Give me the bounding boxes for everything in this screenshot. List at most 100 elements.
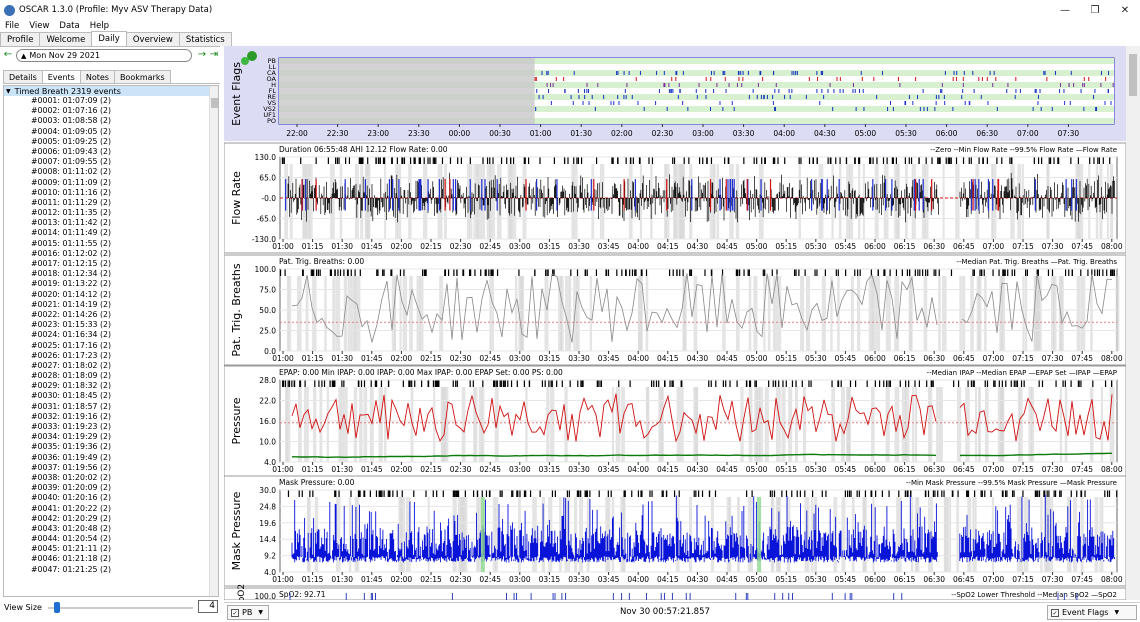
event-row[interactable]: #0001: 01:07:09 (2) bbox=[4, 96, 218, 106]
event-row[interactable]: #0044: 01:20:54 (2) bbox=[4, 534, 218, 544]
event-row[interactable]: #0031: 01:18:57 (2) bbox=[4, 402, 218, 412]
event-row[interactable]: #0045: 01:21:11 (2) bbox=[4, 544, 218, 554]
event-row[interactable]: #0037: 01:19:56 (2) bbox=[4, 463, 218, 473]
main-tabs: Profile Welcome Daily Overview Statistic… bbox=[0, 31, 232, 47]
event-row[interactable]: #0003: 01:08:58 (2) bbox=[4, 116, 218, 126]
graph-scroll-thumb[interactable] bbox=[1129, 54, 1137, 96]
event-row[interactable]: #0013: 01:11:42 (2) bbox=[4, 218, 218, 228]
event-row[interactable]: #0025: 01:17:16 (2) bbox=[4, 341, 218, 351]
event-row[interactable]: #0034: 01:19:29 (2) bbox=[4, 432, 218, 442]
apnea-shade bbox=[335, 497, 341, 572]
event-row[interactable]: #0028: 01:18:09 (2) bbox=[4, 371, 218, 381]
event-row[interactable]: #0039: 01:20:09 (2) bbox=[4, 483, 218, 493]
event-row[interactable]: #0016: 01:12:02 (2) bbox=[4, 249, 218, 259]
event-row[interactable]: #0023: 01:15:33 (2) bbox=[4, 320, 218, 330]
tab-statistics[interactable]: Statistics bbox=[178, 32, 232, 46]
x-tick-label: 04:00 bbox=[627, 465, 649, 474]
view-size-track[interactable] bbox=[48, 607, 193, 609]
graph-scrollbar[interactable] bbox=[1126, 46, 1140, 600]
next-day-icon[interactable]: → bbox=[196, 49, 208, 60]
event-row[interactable]: #0018: 01:12:34 (2) bbox=[4, 269, 218, 279]
view-size-value[interactable]: 4 bbox=[198, 600, 218, 613]
event-row[interactable]: #0017: 01:12:15 (2) bbox=[4, 259, 218, 269]
event-row[interactable]: #0038: 01:20:02 (2) bbox=[4, 473, 218, 483]
event-row[interactable]: #0015: 01:11:55 (2) bbox=[4, 239, 218, 249]
event-row[interactable]: #0030: 01:18:45 (2) bbox=[4, 391, 218, 401]
event-row[interactable]: #0020: 01:14:12 (2) bbox=[4, 290, 218, 300]
tab-daily[interactable]: Daily bbox=[91, 31, 127, 46]
event-row[interactable]: #0019: 01:13:22 (2) bbox=[4, 279, 218, 289]
event-row[interactable]: #0029: 01:18:32 (2) bbox=[4, 381, 218, 391]
event-row[interactable]: #0036: 01:19:49 (2) bbox=[4, 453, 218, 463]
event-row[interactable]: #0047: 01:21:25 (2) bbox=[4, 565, 218, 575]
apnea-shade bbox=[870, 387, 875, 462]
event-row[interactable]: #0042: 01:20:29 (2) bbox=[4, 514, 218, 524]
close-button[interactable]: ✕ bbox=[1110, 0, 1140, 20]
last-day-icon[interactable]: ⇥ bbox=[208, 49, 220, 60]
pb-toggle[interactable]: ✓ PB ▼ bbox=[227, 605, 269, 620]
tab-events[interactable]: Events bbox=[41, 70, 81, 83]
checkbox-icon: ✓ bbox=[231, 608, 239, 617]
apnea-shade bbox=[544, 276, 549, 351]
tab-overview[interactable]: Overview bbox=[125, 32, 180, 46]
menu-view[interactable]: View bbox=[24, 21, 54, 31]
event-row[interactable]: #0007: 01:09:55 (2) bbox=[4, 157, 218, 167]
apnea-shade bbox=[343, 387, 348, 462]
tab-bookmarks[interactable]: Bookmarks bbox=[113, 70, 171, 83]
event-row[interactable]: #0022: 01:14:26 (2) bbox=[4, 310, 218, 320]
menu-help[interactable]: Help bbox=[85, 21, 114, 31]
x-tick-label: 04:30 bbox=[687, 354, 709, 363]
event-row[interactable]: #0026: 01:17:23 (2) bbox=[4, 351, 218, 361]
menu-file[interactable]: File bbox=[0, 21, 24, 31]
event-row[interactable]: #0010: 01:11:16 (2) bbox=[4, 188, 218, 198]
event-flags-toggle[interactable]: ✓ Event Flags ▼ bbox=[1047, 605, 1137, 620]
x-tick-label: 07:45 bbox=[1071, 354, 1093, 363]
apnea-shade bbox=[959, 276, 962, 351]
event-row[interactable]: #0032: 01:19:16 (2) bbox=[4, 412, 218, 422]
tab-notes[interactable]: Notes bbox=[79, 70, 115, 83]
x-tick-label: 03:00 bbox=[509, 242, 531, 251]
view-size-slider[interactable] bbox=[54, 602, 60, 613]
x-tick-label: 06:15 bbox=[894, 242, 916, 251]
event-row[interactable]: #0027: 01:18:02 (2) bbox=[4, 361, 218, 371]
x-tick-label: 01:45 bbox=[361, 575, 383, 584]
event-list-scroll-thumb[interactable] bbox=[211, 98, 218, 108]
event-row[interactable]: #0014: 01:11:49 (2) bbox=[4, 228, 218, 238]
event-row[interactable]: #0012: 01:11:35 (2) bbox=[4, 208, 218, 218]
event-row[interactable]: #0041: 01:20:22 (2) bbox=[4, 504, 218, 514]
tab-welcome[interactable]: Welcome bbox=[39, 32, 93, 46]
event-row[interactable]: #0011: 01:11:29 (2) bbox=[4, 198, 218, 208]
restore-button[interactable]: ❐ bbox=[1080, 0, 1110, 20]
event-row[interactable]: #0043: 01:20:48 (2) bbox=[4, 524, 218, 534]
apnea-shade bbox=[1089, 387, 1094, 462]
apnea-shade bbox=[722, 276, 726, 351]
event-row[interactable]: #0006: 01:09:43 (2) bbox=[4, 147, 218, 157]
apnea-shade bbox=[999, 387, 1004, 462]
tab-profile[interactable]: Profile bbox=[0, 32, 41, 46]
event-row[interactable]: #0002: 01:07:16 (2) bbox=[4, 106, 218, 116]
prev-day-icon[interactable]: ← bbox=[2, 49, 14, 60]
x-tick-label: 03:45 bbox=[598, 465, 620, 474]
tab-details[interactable]: Details bbox=[3, 70, 43, 83]
event-row[interactable]: #0040: 01:20:16 (2) bbox=[4, 493, 218, 503]
date-picker[interactable]: ▲ Mon Nov 29 2021 bbox=[16, 49, 192, 62]
event-row[interactable]: #0008: 01:11:02 (2) bbox=[4, 167, 218, 177]
apnea-shade bbox=[965, 387, 970, 462]
menu-data[interactable]: Data bbox=[54, 21, 84, 31]
event-row[interactable]: #0009: 01:11:09 (2) bbox=[4, 178, 218, 188]
event-row[interactable]: #0004: 01:09:05 (2) bbox=[4, 127, 218, 137]
x-tick-label: 03:45 bbox=[598, 575, 620, 584]
event-row[interactable]: #0046: 01:21:18 (2) bbox=[4, 554, 218, 564]
event-row[interactable]: #0005: 01:09:25 (2) bbox=[4, 137, 218, 147]
event-group-header[interactable]: ▼ Timed Breath 2319 events bbox=[4, 86, 218, 96]
event-row[interactable]: #0024: 01:16:34 (2) bbox=[4, 330, 218, 340]
collapse-icon[interactable]: ▼ bbox=[6, 88, 11, 95]
event-list-scrollbar[interactable] bbox=[209, 86, 218, 596]
minimize-button[interactable]: — bbox=[1050, 0, 1080, 20]
event-row[interactable]: #0033: 01:19:23 (2) bbox=[4, 422, 218, 432]
x-tick-label: 03:30 bbox=[568, 465, 590, 474]
apnea-shade bbox=[984, 276, 987, 351]
x-tick-label: 05:45 bbox=[835, 242, 857, 251]
event-row[interactable]: #0021: 01:14:19 (2) bbox=[4, 300, 218, 310]
event-row[interactable]: #0035: 01:19:36 (2) bbox=[4, 442, 218, 452]
